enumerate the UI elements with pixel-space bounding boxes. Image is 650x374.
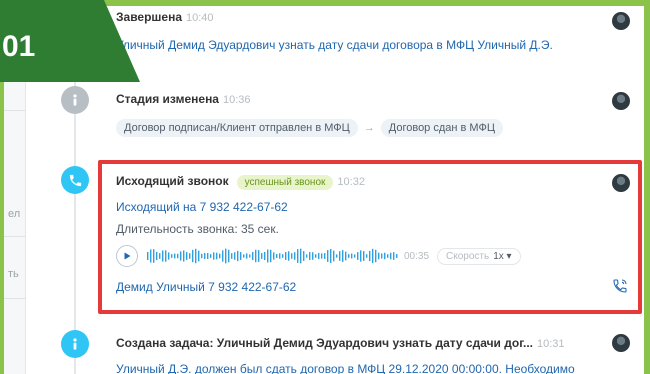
- event-completed: Завершена 10:40 Уличный Демид Эдуардович …: [106, 4, 636, 60]
- event-time: 10:31: [537, 338, 565, 350]
- info-icon: [61, 86, 89, 114]
- stage-from-pill: Договор подписан/Клиент отправлен в МФЦ: [116, 119, 358, 137]
- arrow-right-icon: →: [363, 122, 375, 134]
- divider: [4, 110, 26, 111]
- sidebar-text[interactable]: ел: [8, 208, 20, 220]
- timeline-screen: ел ть Завершена 10:40 Уличный Демид Эдуар…: [0, 0, 650, 374]
- event-time: 10:36: [222, 94, 251, 106]
- event-link[interactable]: Уличный Демид Эдуардович узнать дату сда…: [116, 38, 553, 52]
- event-task-created: Создана задача: Уличный Демид Эдуардович…: [106, 324, 636, 374]
- event-title: Стадия изменена 10:36: [116, 92, 251, 106]
- highlight-frame: [98, 160, 642, 314]
- sidebar-text[interactable]: ть: [8, 268, 19, 280]
- divider: [4, 236, 26, 237]
- phone-icon: [61, 166, 89, 194]
- info-icon: [61, 330, 89, 358]
- divider: [4, 298, 26, 299]
- stage-to-pill: Договор сдан в МФЦ: [380, 119, 503, 137]
- accent-border-right: [644, 0, 650, 374]
- avatar[interactable]: [612, 92, 630, 110]
- step-number: 01: [2, 30, 36, 63]
- avatar[interactable]: [612, 12, 630, 30]
- event-stage-changed: Стадия изменена 10:36 Договор подписан/Кл…: [106, 82, 636, 142]
- event-time: 10:40: [186, 12, 214, 24]
- task-description[interactable]: Уличный Д.Э. должен был сдать договор в …: [116, 362, 596, 374]
- stage-transition: Договор подписан/Клиент отправлен в МФЦ →…: [116, 118, 503, 137]
- avatar[interactable]: [612, 334, 630, 352]
- event-title: Создана задача: Уличный Демид Эдуардович…: [116, 336, 565, 350]
